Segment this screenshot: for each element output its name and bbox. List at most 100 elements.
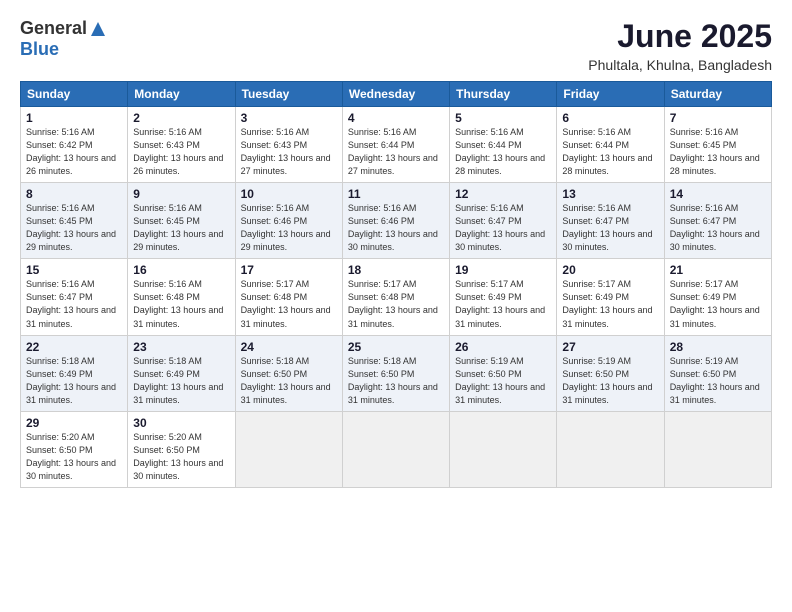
day-cell-1: 1Sunrise: 5:16 AMSunset: 6:42 PMDaylight…: [21, 107, 128, 183]
day-cell-2: 2Sunrise: 5:16 AMSunset: 6:43 PMDaylight…: [128, 107, 235, 183]
day-number: 17: [241, 263, 337, 277]
day-number: 27: [562, 340, 658, 354]
header-sunday: Sunday: [21, 82, 128, 107]
day-cell-29: 29Sunrise: 5:20 AMSunset: 6:50 PMDayligh…: [21, 411, 128, 487]
day-number: 5: [455, 111, 551, 125]
day-number: 8: [26, 187, 122, 201]
day-cell-25: 25Sunrise: 5:18 AMSunset: 6:50 PMDayligh…: [342, 335, 449, 411]
day-cell-8: 8Sunrise: 5:16 AMSunset: 6:45 PMDaylight…: [21, 183, 128, 259]
day-cell-19: 19Sunrise: 5:17 AMSunset: 6:49 PMDayligh…: [450, 259, 557, 335]
day-number: 3: [241, 111, 337, 125]
day-cell-15: 15Sunrise: 5:16 AMSunset: 6:47 PMDayligh…: [21, 259, 128, 335]
day-cell-26: 26Sunrise: 5:19 AMSunset: 6:50 PMDayligh…: [450, 335, 557, 411]
day-cell-12: 12Sunrise: 5:16 AMSunset: 6:47 PMDayligh…: [450, 183, 557, 259]
day-cell-14: 14Sunrise: 5:16 AMSunset: 6:47 PMDayligh…: [664, 183, 771, 259]
day-cell-27: 27Sunrise: 5:19 AMSunset: 6:50 PMDayligh…: [557, 335, 664, 411]
day-cell-4: 4Sunrise: 5:16 AMSunset: 6:44 PMDaylight…: [342, 107, 449, 183]
day-info: Sunrise: 5:17 AMSunset: 6:49 PMDaylight:…: [670, 278, 766, 330]
day-cell-30: 30Sunrise: 5:20 AMSunset: 6:50 PMDayligh…: [128, 411, 235, 487]
day-cell-10: 10Sunrise: 5:16 AMSunset: 6:46 PMDayligh…: [235, 183, 342, 259]
day-info: Sunrise: 5:16 AMSunset: 6:46 PMDaylight:…: [241, 202, 337, 254]
day-number: 10: [241, 187, 337, 201]
calendar-table: SundayMondayTuesdayWednesdayThursdayFrid…: [20, 81, 772, 488]
day-cell-5: 5Sunrise: 5:16 AMSunset: 6:44 PMDaylight…: [450, 107, 557, 183]
day-number: 25: [348, 340, 444, 354]
day-number: 29: [26, 416, 122, 430]
empty-cell: [664, 411, 771, 487]
day-info: Sunrise: 5:16 AMSunset: 6:46 PMDaylight:…: [348, 202, 444, 254]
day-info: Sunrise: 5:16 AMSunset: 6:43 PMDaylight:…: [133, 126, 229, 178]
day-info: Sunrise: 5:16 AMSunset: 6:45 PMDaylight:…: [133, 202, 229, 254]
day-info: Sunrise: 5:17 AMSunset: 6:49 PMDaylight:…: [455, 278, 551, 330]
day-cell-22: 22Sunrise: 5:18 AMSunset: 6:49 PMDayligh…: [21, 335, 128, 411]
page: General Blue June 2025 Phultala, Khulna,…: [0, 0, 792, 612]
logo-icon: [89, 20, 107, 38]
day-cell-23: 23Sunrise: 5:18 AMSunset: 6:49 PMDayligh…: [128, 335, 235, 411]
day-number: 6: [562, 111, 658, 125]
day-number: 20: [562, 263, 658, 277]
day-info: Sunrise: 5:17 AMSunset: 6:48 PMDaylight:…: [348, 278, 444, 330]
day-cell-3: 3Sunrise: 5:16 AMSunset: 6:43 PMDaylight…: [235, 107, 342, 183]
day-number: 23: [133, 340, 229, 354]
day-info: Sunrise: 5:16 AMSunset: 6:43 PMDaylight:…: [241, 126, 337, 178]
day-number: 2: [133, 111, 229, 125]
title-block: June 2025 Phultala, Khulna, Bangladesh: [588, 18, 772, 73]
day-number: 13: [562, 187, 658, 201]
day-number: 28: [670, 340, 766, 354]
day-cell-28: 28Sunrise: 5:19 AMSunset: 6:50 PMDayligh…: [664, 335, 771, 411]
day-number: 22: [26, 340, 122, 354]
day-info: Sunrise: 5:16 AMSunset: 6:42 PMDaylight:…: [26, 126, 122, 178]
day-number: 7: [670, 111, 766, 125]
day-cell-24: 24Sunrise: 5:18 AMSunset: 6:50 PMDayligh…: [235, 335, 342, 411]
day-cell-18: 18Sunrise: 5:17 AMSunset: 6:48 PMDayligh…: [342, 259, 449, 335]
day-number: 15: [26, 263, 122, 277]
header-wednesday: Wednesday: [342, 82, 449, 107]
day-info: Sunrise: 5:18 AMSunset: 6:49 PMDaylight:…: [133, 355, 229, 407]
day-info: Sunrise: 5:17 AMSunset: 6:49 PMDaylight:…: [562, 278, 658, 330]
week-row-3: 15Sunrise: 5:16 AMSunset: 6:47 PMDayligh…: [21, 259, 772, 335]
day-number: 14: [670, 187, 766, 201]
month-title: June 2025: [588, 18, 772, 55]
day-cell-21: 21Sunrise: 5:17 AMSunset: 6:49 PMDayligh…: [664, 259, 771, 335]
day-info: Sunrise: 5:16 AMSunset: 6:47 PMDaylight:…: [26, 278, 122, 330]
day-info: Sunrise: 5:20 AMSunset: 6:50 PMDaylight:…: [133, 431, 229, 483]
day-number: 26: [455, 340, 551, 354]
empty-cell: [342, 411, 449, 487]
day-info: Sunrise: 5:20 AMSunset: 6:50 PMDaylight:…: [26, 431, 122, 483]
header-monday: Monday: [128, 82, 235, 107]
empty-cell: [557, 411, 664, 487]
day-info: Sunrise: 5:16 AMSunset: 6:47 PMDaylight:…: [455, 202, 551, 254]
day-info: Sunrise: 5:18 AMSunset: 6:50 PMDaylight:…: [241, 355, 337, 407]
day-info: Sunrise: 5:16 AMSunset: 6:45 PMDaylight:…: [26, 202, 122, 254]
header-thursday: Thursday: [450, 82, 557, 107]
week-row-2: 8Sunrise: 5:16 AMSunset: 6:45 PMDaylight…: [21, 183, 772, 259]
week-row-5: 29Sunrise: 5:20 AMSunset: 6:50 PMDayligh…: [21, 411, 772, 487]
location: Phultala, Khulna, Bangladesh: [588, 57, 772, 73]
day-cell-17: 17Sunrise: 5:17 AMSunset: 6:48 PMDayligh…: [235, 259, 342, 335]
day-cell-20: 20Sunrise: 5:17 AMSunset: 6:49 PMDayligh…: [557, 259, 664, 335]
header-tuesday: Tuesday: [235, 82, 342, 107]
day-number: 19: [455, 263, 551, 277]
day-number: 4: [348, 111, 444, 125]
header: General Blue June 2025 Phultala, Khulna,…: [20, 18, 772, 73]
day-info: Sunrise: 5:17 AMSunset: 6:48 PMDaylight:…: [241, 278, 337, 330]
header-saturday: Saturday: [664, 82, 771, 107]
day-info: Sunrise: 5:18 AMSunset: 6:50 PMDaylight:…: [348, 355, 444, 407]
day-number: 21: [670, 263, 766, 277]
day-number: 16: [133, 263, 229, 277]
empty-cell: [450, 411, 557, 487]
logo-general-text: General: [20, 18, 87, 39]
day-info: Sunrise: 5:19 AMSunset: 6:50 PMDaylight:…: [670, 355, 766, 407]
day-number: 1: [26, 111, 122, 125]
day-info: Sunrise: 5:16 AMSunset: 6:48 PMDaylight:…: [133, 278, 229, 330]
week-row-4: 22Sunrise: 5:18 AMSunset: 6:49 PMDayligh…: [21, 335, 772, 411]
day-info: Sunrise: 5:16 AMSunset: 6:44 PMDaylight:…: [455, 126, 551, 178]
logo: General Blue: [20, 18, 107, 60]
day-number: 24: [241, 340, 337, 354]
day-cell-13: 13Sunrise: 5:16 AMSunset: 6:47 PMDayligh…: [557, 183, 664, 259]
week-row-1: 1Sunrise: 5:16 AMSunset: 6:42 PMDaylight…: [21, 107, 772, 183]
day-info: Sunrise: 5:18 AMSunset: 6:49 PMDaylight:…: [26, 355, 122, 407]
logo-blue-text: Blue: [20, 39, 59, 60]
day-cell-9: 9Sunrise: 5:16 AMSunset: 6:45 PMDaylight…: [128, 183, 235, 259]
day-cell-16: 16Sunrise: 5:16 AMSunset: 6:48 PMDayligh…: [128, 259, 235, 335]
